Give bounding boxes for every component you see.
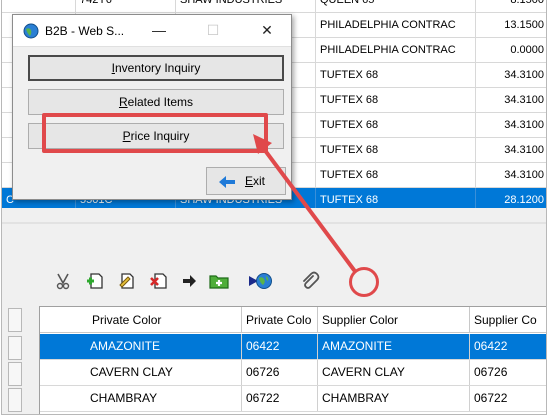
upper-grid-cell: TUFTEX 68 <box>316 138 476 162</box>
upper-grid-cell: 8.1500 <box>510 0 544 6</box>
upper-grid-cell: 34.3100 <box>504 144 544 156</box>
color-grid: Private Color Private Colo Supplier Colo… <box>40 306 546 414</box>
toolbar <box>2 262 546 302</box>
close-button[interactable]: ✕ <box>253 19 281 41</box>
color-grid-cell: CAVERN CLAY <box>318 360 470 385</box>
color-grid-cell: 06422 <box>470 334 546 359</box>
label-part: elated Items <box>127 95 194 109</box>
upper-grid-cell: TUFTEX 68 <box>316 88 476 112</box>
label-part: nventory Inquiry <box>114 61 201 75</box>
upper-grid-cell: PHILADELPHIA CONTRAC <box>316 13 476 37</box>
arrow-right-icon[interactable] <box>178 270 200 292</box>
globe-icon[interactable] <box>253 270 275 292</box>
color-grid-cell: CAVERN CLAY <box>40 360 242 385</box>
color-grid-cell: CHAMBRAY <box>40 386 242 411</box>
column-header-private-color[interactable]: Private Color <box>40 307 242 333</box>
grid-scroll-area[interactable] <box>2 208 546 248</box>
column-header-supplier-color[interactable]: Supplier Color <box>318 307 470 333</box>
color-grid-row[interactable]: CAVERN CLAY 06726 CAVERN CLAY 06726 <box>40 360 546 386</box>
upper-grid-cell: 13.1500 <box>504 19 544 31</box>
maximize-button: ☐ <box>206 22 220 38</box>
column-header-private-code[interactable]: Private Colo <box>242 307 318 333</box>
paperclip-icon[interactable] <box>299 270 321 292</box>
upper-grid-row[interactable]: 742Y6 SHAW INDUSTRIES QUEEN 65 8.1500 <box>2 0 546 13</box>
related-items-button[interactable]: Related Items <box>28 89 284 115</box>
upper-grid-cell: 0.0000 <box>510 44 544 56</box>
arrow-left-icon <box>219 176 235 188</box>
upper-grid-cell: QUEEN 65 <box>316 0 476 12</box>
upper-grid-cell: 34.3100 <box>504 69 544 81</box>
dialog-title: B2B - Web S... <box>45 24 125 38</box>
upper-grid-cell <box>2 0 76 12</box>
inventory-inquiry-button[interactable]: Inventory Inquiry <box>28 55 284 81</box>
dialog-titlebar[interactable]: B2B - Web S... — ☐ ✕ <box>13 15 291 47</box>
exit-button[interactable]: Exit <box>206 167 286 195</box>
color-grid-cell: 06726 <box>242 360 318 385</box>
color-grid-cell: 06422 <box>242 334 318 359</box>
color-grid-cell: 06722 <box>470 386 546 411</box>
label-part: xit <box>253 174 266 188</box>
accelerator-key: R <box>118 95 128 109</box>
color-grid-header: Private Color Private Colo Supplier Colo… <box>40 307 546 333</box>
b2b-web-services-dialog: B2B - Web S... — ☐ ✕ Inventory Inquiry R… <box>12 14 292 200</box>
color-grid-cell: AMAZONITE <box>318 334 470 359</box>
upper-grid-cell: PHILADELPHIA CONTRAC <box>316 38 476 62</box>
color-grid-cell: AMAZONITE <box>40 334 242 359</box>
lower-grid-side-panel <box>2 306 40 414</box>
app-globe-icon <box>23 23 39 39</box>
highlight-box <box>42 113 268 153</box>
upper-grid-cell: SHAW INDUSTRIES <box>176 0 316 12</box>
highlight-circle <box>349 267 379 297</box>
upper-grid-cell: TUFTEX 68 <box>316 63 476 87</box>
edit-document-icon[interactable] <box>116 270 138 292</box>
add-folder-icon[interactable] <box>208 270 230 292</box>
upper-grid-cell: 742Y6 <box>76 0 176 12</box>
accelerator-key: E <box>245 174 254 188</box>
upper-grid-cell: 34.3100 <box>504 169 544 181</box>
upper-grid-cell: 34.3100 <box>504 94 544 106</box>
upper-grid-cell: 34.3100 <box>504 119 544 131</box>
scissors-icon[interactable] <box>52 270 74 292</box>
column-header-supplier-code[interactable]: Supplier Co <box>470 307 546 333</box>
delete-document-icon[interactable] <box>148 270 170 292</box>
color-grid-row[interactable]: CHAMBRAY 06722 CHAMBRAY 06722 <box>40 386 546 412</box>
application-window: 742Y6 SHAW INDUSTRIES QUEEN 65 8.1500 PHILAD… <box>1 0 547 415</box>
minimize-button[interactable]: — <box>145 19 173 41</box>
color-grid-cell: 06726 <box>470 360 546 385</box>
color-grid-cell: 06722 <box>242 386 318 411</box>
upper-grid-cell: TUFTEX 68 <box>316 113 476 137</box>
upper-grid-cell: TUFTEX 68 <box>316 163 476 187</box>
color-grid-cell: CHAMBRAY <box>318 386 470 411</box>
color-grid-row[interactable]: AMAZONITE 06422 AMAZONITE 06422 <box>40 334 546 360</box>
add-document-icon[interactable] <box>84 270 106 292</box>
